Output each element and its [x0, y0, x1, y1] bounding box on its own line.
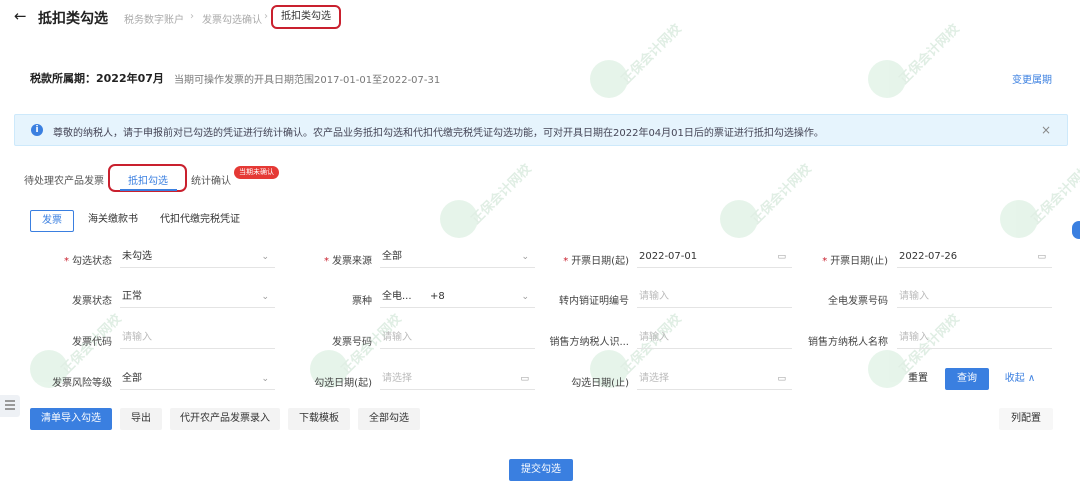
subtab-withholding[interactable]: 代扣代缴完税凭证 [160, 210, 240, 232]
invoice-type-label: 票种 [352, 296, 372, 307]
submit-select-button[interactable]: 提交勾选 [509, 459, 573, 481]
seller-name-input[interactable]: 请输入 [897, 327, 1052, 349]
status-badge: 当期未确认 [234, 166, 279, 179]
full-elec-no-label: 全电发票号码 [828, 296, 888, 307]
watermark: 正保会计网校 [440, 162, 550, 290]
select-date-start-picker[interactable]: 请选择 ▭ [380, 368, 535, 390]
page-title: 抵扣类勾选 [38, 11, 108, 27]
right-edge-handle[interactable] [1072, 221, 1080, 239]
breadcrumb-invoice-confirm[interactable]: 发票勾选确认 [202, 11, 262, 26]
page-header: ← 抵扣类勾选 税务数字账户 › 发票勾选确认 › 抵扣类勾选 [0, 0, 1080, 34]
date-end-label: * 开票日期(止) [822, 256, 888, 267]
chevron-down-icon: ⌄ [521, 292, 529, 302]
select-status-select[interactable]: 未勾选 ⌄ [120, 246, 275, 268]
calendar-icon: ▭ [777, 374, 786, 384]
invoice-status-select[interactable]: 正常 ⌄ [120, 286, 275, 308]
transfer-cert-label: 转内销证明编号 [559, 296, 629, 307]
calendar-icon: ▭ [520, 374, 529, 384]
close-icon[interactable]: × [1041, 123, 1051, 137]
notice-banner: i 尊敬的纳税人，请于申报前对已勾选的凭证进行统计确认。农产品业务抵扣勾选和代扣… [14, 114, 1068, 146]
collapse-button[interactable]: 收起 ∧ [999, 368, 1041, 390]
transfer-cert-input[interactable]: 请输入 [637, 286, 792, 308]
menu-icon [5, 400, 15, 402]
chevron-down-icon: ⌄ [521, 252, 529, 262]
calendar-icon: ▭ [1037, 252, 1046, 262]
notice-text: 尊敬的纳税人，请于申报前对已勾选的凭证进行统计确认。农产品业务抵扣勾选和代扣代缴… [53, 128, 824, 139]
tax-period-row: 税款所属期：2022年07月 当期可操作发票的开具日期范围2017-01-01至… [30, 70, 1060, 88]
watermark: 正保会计网校 [720, 162, 830, 290]
import-select-button[interactable]: 清单导入勾选 [30, 408, 112, 430]
tab-deduction-select-highlight[interactable]: 抵扣勾选 [108, 164, 187, 192]
select-date-end-label: 勾选日期(止) [571, 378, 629, 389]
invoice-code-input[interactable]: 请输入 [120, 327, 275, 349]
subtab-invoice[interactable]: 发票 [30, 210, 74, 232]
date-end-picker[interactable]: 2022-07-26 ▭ [897, 246, 1052, 268]
date-start-picker[interactable]: 2022-07-01 ▭ [637, 246, 792, 268]
reset-button[interactable]: 重置 [897, 368, 939, 390]
invoice-source-label: * 发票来源 [324, 256, 372, 267]
seller-name-label: 销售方纳税人名称 [808, 337, 888, 348]
breadcrumb-separator: › [264, 11, 268, 22]
date-start-label: * 开票日期(起) [563, 256, 629, 267]
change-period-link[interactable]: 变更属期 [1012, 71, 1052, 86]
chevron-down-icon: ⌄ [261, 252, 269, 262]
invoice-status-label: 发票状态 [72, 296, 112, 307]
back-arrow-icon[interactable]: ← [14, 7, 27, 25]
query-button[interactable]: 查询 [945, 368, 989, 390]
risk-level-label: 发票风险等级 [52, 378, 112, 389]
breadcrumb-separator: › [190, 11, 194, 22]
select-date-end-picker[interactable]: 请选择 ▭ [637, 368, 792, 390]
tax-period-range: 当期可操作发票的开具日期范围2017-01-01至2022-07-31 [174, 75, 441, 86]
export-button[interactable]: 导出 [120, 408, 162, 430]
column-config-button[interactable]: 列配置 [999, 408, 1053, 430]
invoice-type-extra-count: +8 [430, 291, 445, 302]
breadcrumb-tax-account[interactable]: 税务数字账户 [124, 11, 184, 26]
invoice-no-input[interactable]: 请输入 [380, 327, 535, 349]
main-tabs: 待处理农产品发票 抵扣勾选 统计确认 当期未确认 [0, 164, 1080, 194]
calendar-icon: ▭ [777, 252, 786, 262]
sidebar-toggle[interactable] [0, 395, 20, 417]
agri-invoice-entry-button[interactable]: 代开农产品发票录入 [170, 408, 280, 430]
invoice-no-label: 发票号码 [332, 337, 372, 348]
subtab-customs[interactable]: 海关缴款书 [88, 210, 138, 232]
chevron-down-icon: ⌄ [261, 374, 269, 384]
tab-underline [120, 189, 177, 191]
risk-level-select[interactable]: 全部 ⌄ [120, 368, 275, 390]
full-elec-no-input[interactable]: 请输入 [897, 286, 1052, 308]
info-icon: i [31, 124, 43, 136]
select-all-button[interactable]: 全部勾选 [358, 408, 420, 430]
tax-period-label: 税款所属期：2022年07月 [30, 72, 164, 85]
seller-tax-id-label: 销售方纳税人识... [549, 337, 629, 348]
watermark: 正保会计网校 [1000, 162, 1080, 290]
invoice-type-select[interactable]: 全电... +8 ⌄ [380, 286, 535, 308]
tab-stat-confirm[interactable]: 统计确认 [191, 172, 231, 187]
invoice-source-select[interactable]: 全部 ⌄ [380, 246, 535, 268]
select-date-start-label: 勾选日期(起) [314, 378, 372, 389]
seller-tax-id-input[interactable]: 请输入 [637, 327, 792, 349]
invoice-code-label: 发票代码 [72, 337, 112, 348]
select-status-label: * 勾选状态 [64, 256, 112, 267]
download-template-button[interactable]: 下载模板 [288, 408, 350, 430]
chevron-down-icon: ⌄ [261, 292, 269, 302]
tab-deduction-select[interactable]: 抵扣勾选 [128, 172, 168, 187]
tab-pending-agri[interactable]: 待处理农产品发票 [24, 172, 104, 187]
breadcrumb-current: 抵扣类勾选 [271, 5, 341, 29]
